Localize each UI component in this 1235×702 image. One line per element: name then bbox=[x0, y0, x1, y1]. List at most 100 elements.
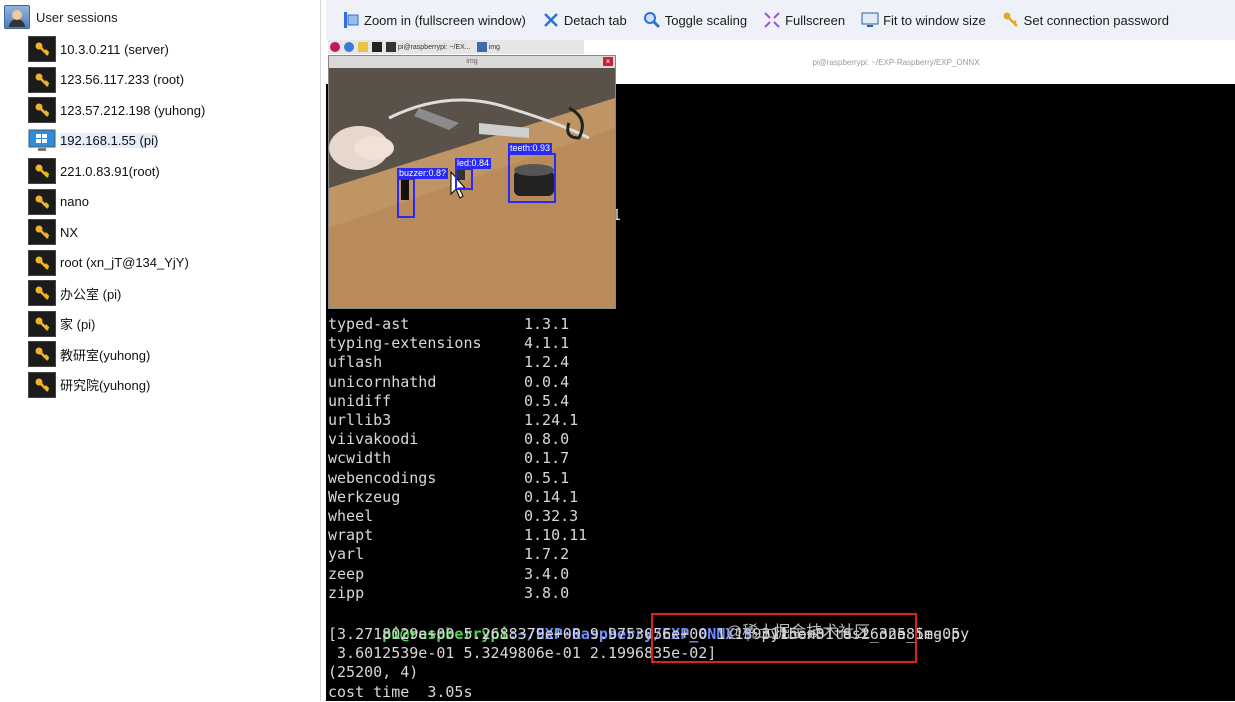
session-item[interactable]: 192.168.1.55 (pi) bbox=[28, 128, 159, 154]
key-icon bbox=[28, 249, 56, 276]
package-row: wcwidth 0.1.7 bbox=[328, 449, 569, 468]
windows-monitor-icon bbox=[28, 129, 56, 153]
img-window-title: img bbox=[466, 58, 478, 65]
package-row: Werkzeug 0.14.1 bbox=[328, 488, 578, 507]
detection-photo: buzzer:0.8? led:0.84 teeth:0.93 bbox=[329, 68, 615, 308]
session-item[interactable]: 123.57.212.198 (yuhong) bbox=[28, 97, 205, 123]
set-password-button[interactable]: Set connection password bbox=[1002, 11, 1169, 29]
key-icon bbox=[28, 219, 56, 245]
output-line: (25200, 4) bbox=[328, 663, 419, 682]
session-item[interactable]: NX bbox=[28, 219, 78, 245]
package-version: 0.5.4 bbox=[524, 391, 570, 410]
terminal-task-icon bbox=[386, 42, 396, 52]
taskbar-img-item[interactable]: img bbox=[489, 44, 500, 51]
package-version: 1.3.1 bbox=[524, 315, 570, 333]
package-name: wrapt bbox=[328, 526, 374, 545]
key-icon bbox=[28, 97, 56, 123]
package-row: yarl 1.7.2 bbox=[328, 545, 569, 564]
folder-icon[interactable] bbox=[358, 42, 368, 52]
package-version: 0.14.1 bbox=[524, 487, 579, 506]
package-name: wheel bbox=[328, 507, 374, 525]
session-label: nano bbox=[60, 194, 89, 209]
session-item[interactable]: root (xn_jT@134_YjY) bbox=[28, 249, 189, 276]
package-name: typed-ast bbox=[328, 315, 410, 333]
raspberry-menu-icon[interactable] bbox=[330, 42, 340, 52]
toolbar: Zoom in (fullscreen window) Detach tab T… bbox=[326, 0, 1235, 41]
package-name: wcwidth bbox=[328, 449, 392, 468]
package-name: Werkzeug bbox=[328, 487, 401, 506]
remote-taskbar-items: pi@raspberrypi: ~/EX... img bbox=[328, 40, 584, 54]
fit-window-button[interactable]: Fit to window size bbox=[861, 11, 986, 29]
user-sessions-icon bbox=[4, 5, 30, 29]
magnifier-icon bbox=[643, 11, 661, 29]
detection-label-teeth: teeth:0.93 bbox=[508, 143, 553, 154]
close-icon[interactable]: × bbox=[603, 57, 613, 66]
package-row: wheel 0.32.3 bbox=[328, 507, 578, 526]
detach-tab-label: Detach tab bbox=[563, 12, 627, 28]
session-item[interactable]: 办公室 (pi) bbox=[28, 280, 121, 306]
taskbar-terminal-item[interactable]: pi@raspberrypi: ~/EX... bbox=[398, 44, 471, 51]
detach-icon bbox=[542, 11, 560, 29]
package-version: 0.5.1 bbox=[524, 468, 570, 487]
fullscreen-icon bbox=[763, 11, 781, 29]
terminal-icon[interactable] bbox=[372, 42, 382, 52]
session-label: NX bbox=[60, 224, 79, 240]
package-version: 0.32.3 bbox=[524, 507, 579, 525]
key-icon bbox=[28, 188, 56, 215]
session-item[interactable]: nano bbox=[28, 188, 89, 215]
session-item[interactable]: 教研室(yuhong) bbox=[28, 341, 150, 367]
session-label: 192.168.1.55 (pi) bbox=[60, 133, 159, 148]
session-item[interactable]: 221.0.83.91(root) bbox=[28, 158, 160, 184]
package-row: typed-ast 1.3.1 bbox=[328, 315, 569, 334]
session-label: 教研室(yuhong) bbox=[60, 347, 151, 363]
key-icon bbox=[28, 158, 56, 184]
session-label: 10.3.0.211 (server) bbox=[60, 41, 169, 57]
session-label: root (xn_jT@134_YjY) bbox=[60, 255, 189, 270]
sessions-header[interactable]: User sessions bbox=[4, 4, 118, 30]
session-item[interactable]: 123.56.117.233 (root) bbox=[28, 66, 184, 93]
zoom-in-label: Zoom in (fullscreen window) bbox=[364, 12, 526, 28]
session-item[interactable]: 10.3.0.211 (server) bbox=[28, 36, 169, 62]
package-name: unidiff bbox=[328, 391, 392, 410]
output-line: cost time 3.05s bbox=[328, 682, 473, 701]
img-window-titlebar[interactable]: img × bbox=[329, 56, 615, 68]
session-item[interactable]: 研究院(yuhong) bbox=[28, 371, 151, 398]
key-icon bbox=[28, 341, 56, 367]
toggle-scaling-button[interactable]: Toggle scaling bbox=[643, 11, 747, 29]
browser-icon[interactable] bbox=[344, 42, 354, 52]
fullscreen-button[interactable]: Fullscreen bbox=[763, 11, 845, 29]
package-version: 1.7.2 bbox=[524, 545, 570, 564]
package-row: unicornhathd 0.0.4 bbox=[328, 373, 569, 392]
key-icon bbox=[28, 310, 56, 337]
session-item[interactable]: 家 (pi) bbox=[28, 310, 96, 337]
session-label: 家 (pi) bbox=[60, 317, 96, 332]
img-window-icon bbox=[476, 42, 487, 52]
package-version: 3.4.0 bbox=[524, 564, 570, 583]
package-version: 1.24.1 bbox=[524, 411, 579, 429]
key-icon bbox=[1002, 11, 1020, 29]
session-label: 办公室 (pi) bbox=[60, 286, 122, 302]
zoom-in-button[interactable]: Zoom in (fullscreen window) bbox=[342, 11, 526, 29]
package-row: zeep 3.4.0 bbox=[328, 565, 569, 584]
fit-window-label: Fit to window size bbox=[883, 12, 986, 28]
package-name: typing-extensions bbox=[328, 334, 482, 353]
package-name: viivakoodi bbox=[328, 430, 419, 449]
set-password-label: Set connection password bbox=[1023, 12, 1169, 28]
package-row: typing-extensions 4.1.1 bbox=[328, 334, 569, 353]
key-icon bbox=[28, 66, 56, 93]
package-version: 0.1.7 bbox=[524, 449, 570, 468]
detection-box-buzzer: buzzer:0.8? bbox=[397, 168, 449, 218]
monitor-icon bbox=[861, 11, 879, 29]
package-row: unidiff 0.5.4 bbox=[328, 392, 569, 411]
watermark: @稀土掘金技术社区 bbox=[726, 624, 871, 641]
detection-box-led: led:0.84 bbox=[455, 158, 492, 190]
detection-image-window[interactable]: img × buzzer:0.8? led:0.84 teeth:0.93 bbox=[328, 55, 616, 309]
remote-desktop[interactable]: pi@raspberrypi: ~/EX... img pi@raspberry… bbox=[326, 40, 1235, 701]
package-row: zipp 3.8.0 bbox=[328, 584, 569, 603]
package-version: 0.8.0 bbox=[524, 430, 570, 449]
detection-label-buzzer: buzzer:0.8? bbox=[397, 168, 449, 179]
key-icon bbox=[28, 371, 56, 398]
session-label: 研究院(yuhong) bbox=[60, 378, 151, 393]
package-row: webencodings 0.5.1 bbox=[328, 469, 569, 488]
detach-tab-button[interactable]: Detach tab bbox=[542, 11, 627, 29]
